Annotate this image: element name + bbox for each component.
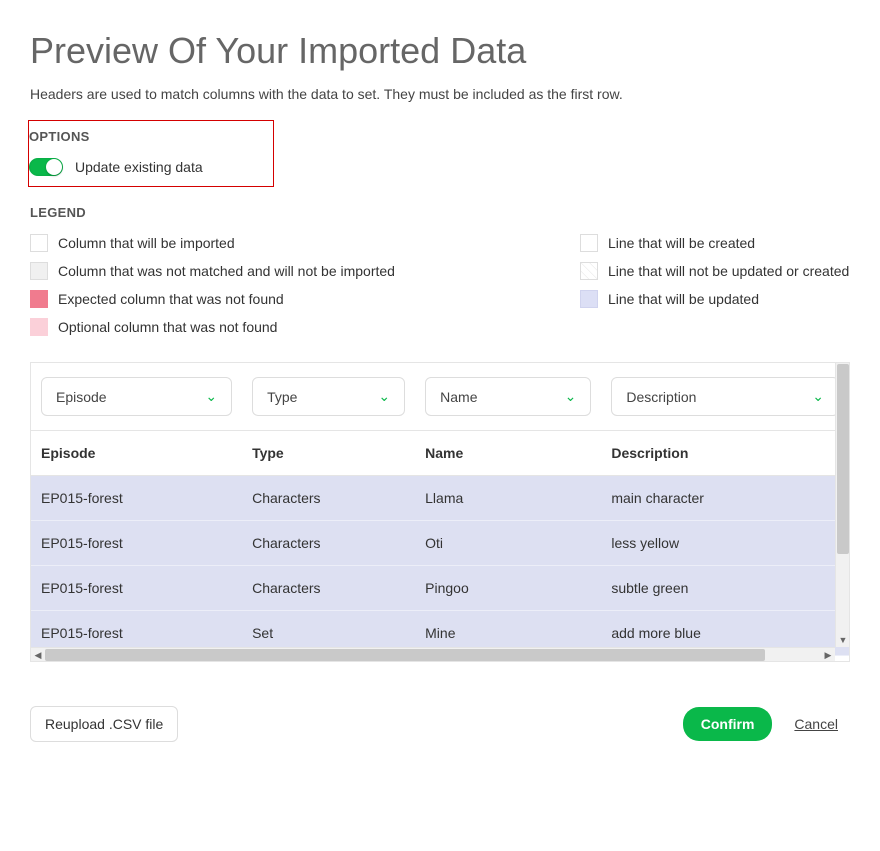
cell-type: Characters [242,521,415,566]
cell-episode: EP015-forest [31,476,242,521]
cell-episode: EP015-forest [31,566,242,611]
chevron-down-icon: ⌄ [205,388,217,405]
column-select-label: Description [626,389,696,405]
legend-text: Line that will be updated [608,291,759,307]
preview-table-wrap: Episode ⌄ Type ⌄ Name [30,362,850,662]
cell-name: Llama [415,476,601,521]
table-row: EP015-forest Characters Oti less yellow [31,521,849,566]
options-label: OPTIONS [29,129,203,144]
chevron-down-icon: ⌄ [812,388,824,405]
swatch-white [580,234,598,252]
legend-item-col-unmatched: Column that was not matched and will not… [30,262,540,280]
cell-type: Characters [242,476,415,521]
legend-text: Expected column that was not found [58,291,284,307]
csv-header-row: Episode Type Name Description [31,431,849,476]
swatch-lavender [580,290,598,308]
header-cell: Description [601,431,849,476]
page-title: Preview Of Your Imported Data [30,30,850,72]
legend-item-line-updated: Line that will be updated [580,290,849,308]
reupload-button[interactable]: Reupload .CSV file [30,706,178,742]
confirm-button[interactable]: Confirm [683,707,773,741]
cell-desc: subtle green [601,566,849,611]
legend-item-col-expected-missing: Expected column that was not found [30,290,540,308]
legend-item-line-created: Line that will be created [580,234,849,252]
table-row: EP015-forest Characters Pingoo subtle gr… [31,566,849,611]
swatch-gray [30,262,48,280]
legend-text: Column that will be imported [58,235,235,251]
cell-name: Pingoo [415,566,601,611]
column-select-type[interactable]: Type ⌄ [252,377,405,416]
horizontal-scroll-thumb[interactable] [45,649,765,661]
table-row: EP015-forest Characters Llama main chara… [31,476,849,521]
preview-table-scroll[interactable]: Episode ⌄ Type ⌄ Name [31,363,849,661]
scroll-left-arrow-icon[interactable]: ◀ [31,648,45,662]
toggle-knob [46,159,62,175]
legend-section: LEGEND Column that will be imported Colu… [30,205,850,336]
scroll-right-arrow-icon[interactable]: ▶ [821,648,835,662]
header-cell: Name [415,431,601,476]
scroll-down-arrow-icon[interactable]: ▼ [836,633,850,647]
legend-text: Optional column that was not found [58,319,277,335]
preview-table: Episode ⌄ Type ⌄ Name [31,363,849,656]
horizontal-scrollbar[interactable]: ◀ ▶ [31,647,835,661]
cell-type: Characters [242,566,415,611]
swatch-red [30,290,48,308]
column-select-label: Type [267,389,297,405]
legend-text: Line that will be created [608,235,755,251]
swatch-hatch [580,262,598,280]
cell-name: Oti [415,521,601,566]
swatch-white [30,234,48,252]
column-select-name[interactable]: Name ⌄ [425,377,591,416]
legend-item-col-imported: Column that will be imported [30,234,540,252]
cancel-link[interactable]: Cancel [794,716,838,732]
legend-label: LEGEND [30,205,850,220]
column-select-description[interactable]: Description ⌄ [611,377,839,416]
header-cell: Episode [31,431,242,476]
legend-item-line-ignored: Line that will not be updated or created [580,262,849,280]
legend-item-col-optional-missing: Optional column that was not found [30,318,540,336]
column-select-label: Episode [56,389,107,405]
legend-text: Column that was not matched and will not… [58,263,395,279]
chevron-down-icon: ⌄ [378,388,390,405]
cell-desc: less yellow [601,521,849,566]
update-existing-label: Update existing data [75,159,203,175]
swatch-pink [30,318,48,336]
vertical-scrollbar[interactable]: ▲ ▼ [835,363,849,647]
vertical-scroll-thumb[interactable] [837,364,849,554]
legend-text: Line that will not be updated or created [608,263,849,279]
page-subtitle: Headers are used to match columns with t… [30,86,850,102]
cell-desc: main character [601,476,849,521]
update-existing-toggle[interactable] [29,158,63,176]
options-highlight-box: OPTIONS Update existing data [28,120,274,187]
header-cell: Type [242,431,415,476]
cell-episode: EP015-forest [31,521,242,566]
chevron-down-icon: ⌄ [565,388,577,405]
column-select-episode[interactable]: Episode ⌄ [41,377,232,416]
column-select-label: Name [440,389,477,405]
